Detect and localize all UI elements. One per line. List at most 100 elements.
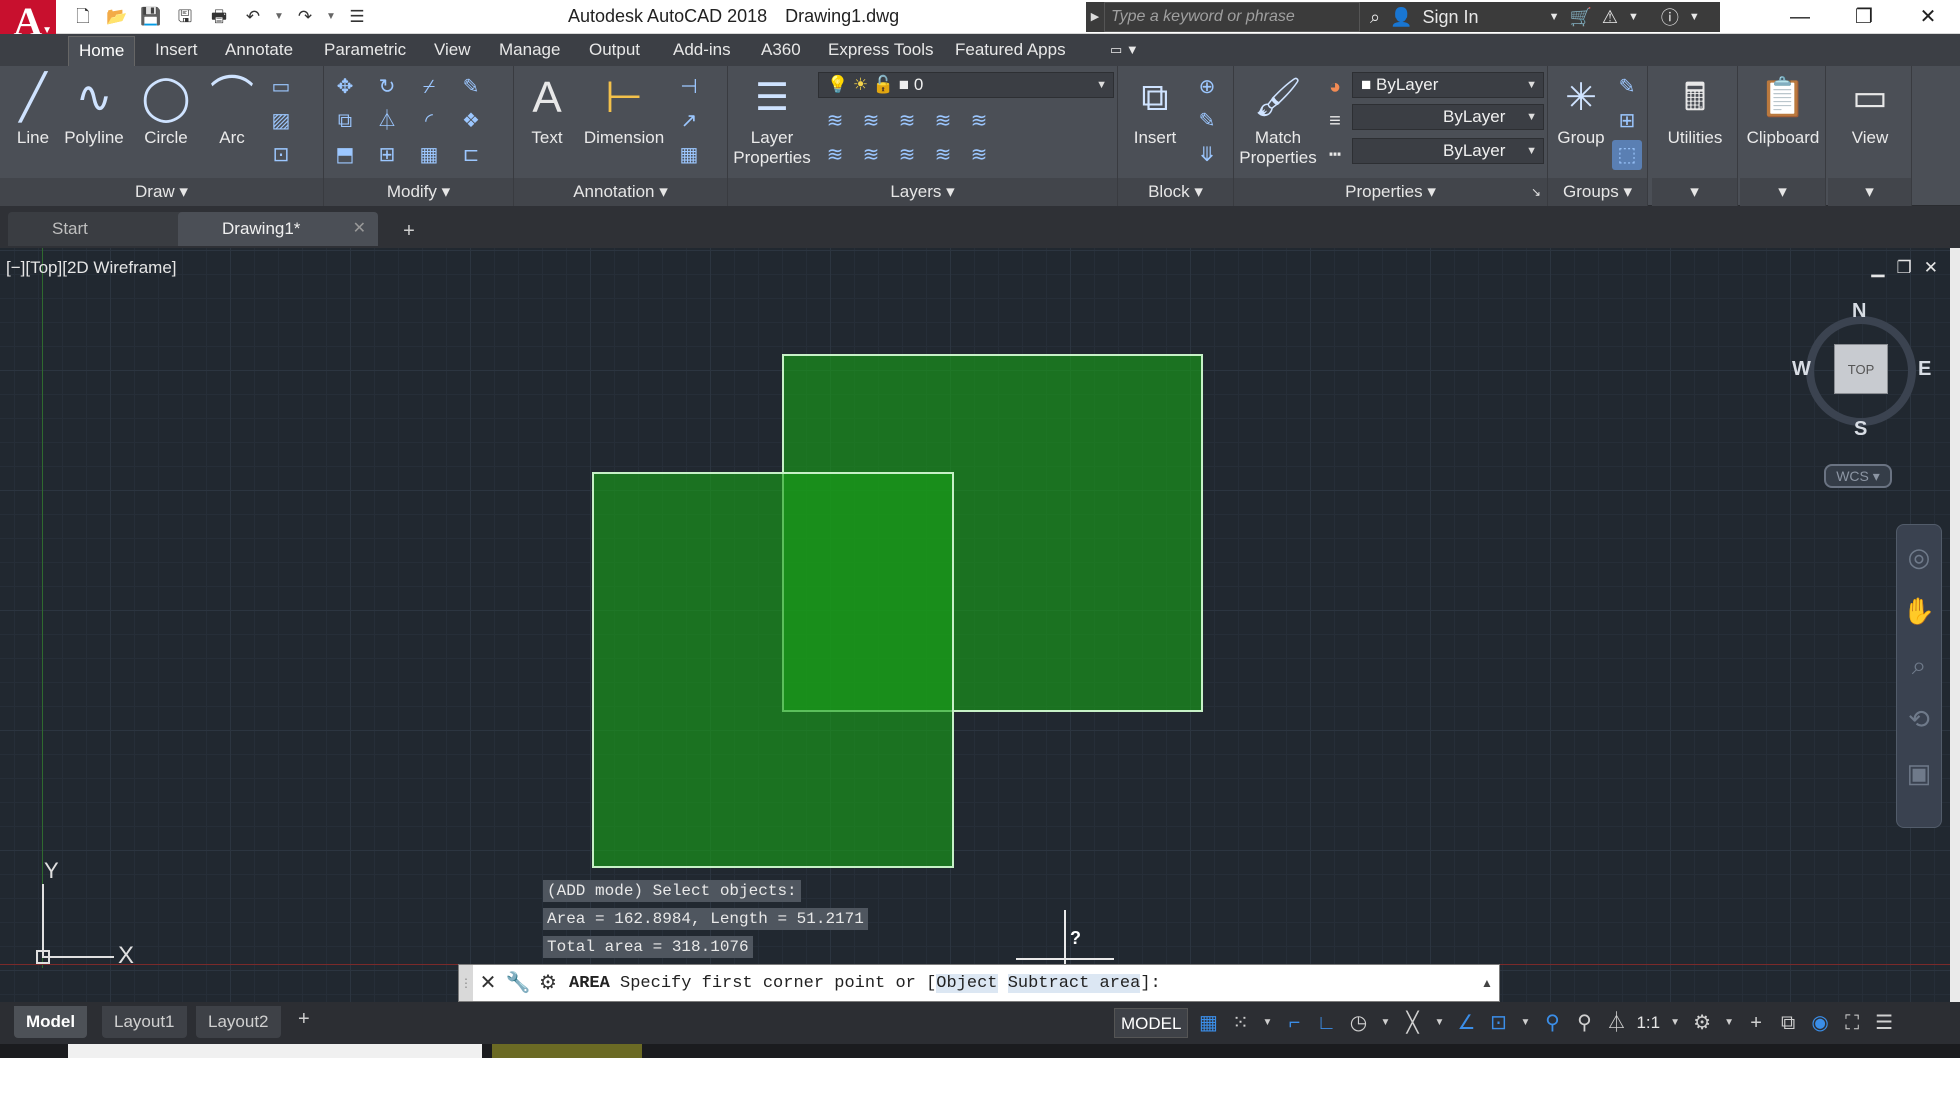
utilities-button[interactable]: 🖩 Utilities <box>1656 72 1734 148</box>
chevron-down-icon[interactable]: ▼ <box>1549 11 1560 23</box>
group-edit-icon[interactable]: ⊞ <box>1612 106 1642 136</box>
trim-icon[interactable]: ⌿ <box>414 72 444 102</box>
layer-isolate-icon[interactable]: ≋ <box>856 106 886 136</box>
chevron-down-icon[interactable]: ▼ <box>1260 1008 1274 1038</box>
print-icon[interactable]: 🖶 <box>204 4 234 30</box>
create-block-icon[interactable]: ⊕ <box>1192 72 1222 102</box>
save-as-icon[interactable]: 🖫 <box>170 4 200 30</box>
a360-icon[interactable]: ⚠ <box>1602 7 1618 28</box>
layer-unlock-icon[interactable]: ≋ <box>928 140 958 170</box>
steering-wheel-icon[interactable]: ◎ <box>1897 535 1941 579</box>
draw-panel-title[interactable]: Draw ▾ <box>0 178 323 206</box>
chevron-down-icon[interactable]: ▼ <box>1668 1008 1682 1038</box>
green-rectangle-lower[interactable] <box>592 472 954 868</box>
auto-scale-icon[interactable]: ⚲ <box>1572 1008 1596 1038</box>
linetype-dropdown[interactable]: ByLayer ▼ <box>1352 138 1544 164</box>
object-snap-tracking-icon[interactable]: ∠ <box>1454 1008 1478 1038</box>
customize-qat-icon[interactable]: ☰ <box>342 4 372 30</box>
utilities-expand[interactable]: ▾ <box>1652 178 1737 206</box>
zoom-extents-icon[interactable]: ⌕ <box>1897 643 1941 687</box>
taskbar-item[interactable] <box>68 1044 482 1058</box>
new-file-icon[interactable]: 🗋 <box>68 4 98 30</box>
explode-icon[interactable]: ❖ <box>456 106 486 136</box>
showmotion-icon[interactable]: ▣ <box>1897 751 1941 795</box>
array-icon[interactable]: ▦ <box>414 140 444 170</box>
chevron-down-icon[interactable]: ▼ <box>1628 11 1639 23</box>
tab-addins[interactable]: Add-ins <box>673 38 731 62</box>
compass-south[interactable]: S <box>1854 418 1867 441</box>
modify-panel-title[interactable]: Modify ▾ <box>324 178 513 206</box>
linear-dimension-icon[interactable]: ⊣ <box>674 72 704 102</box>
minimize-icon[interactable]: — <box>1768 0 1832 34</box>
command-line-grip[interactable]: ⋮ <box>459 965 473 1001</box>
open-file-icon[interactable]: 📂 <box>102 4 132 30</box>
undo-icon[interactable]: ↶ <box>238 4 268 30</box>
mirror-icon[interactable]: ⏃ <box>372 106 402 136</box>
layer-dropdown[interactable]: 💡 ☀ 🔓 ■ 0 ▼ <box>818 72 1114 98</box>
search-expand-icon[interactable]: ▶ <box>1086 2 1104 32</box>
close-icon[interactable]: ✕ <box>1924 258 1938 278</box>
line-button[interactable]: ╱ Line <box>8 72 58 148</box>
tab-featured-apps[interactable]: Featured Apps <box>955 38 1066 62</box>
infer-constraints-icon[interactable]: ⌐ <box>1282 1008 1306 1038</box>
taskbar-item[interactable] <box>492 1044 642 1058</box>
color-dropdown[interactable]: ■ ByLayer ▼ <box>1352 72 1544 98</box>
compass-north[interactable]: N <box>1852 300 1866 323</box>
make-current-icon[interactable]: ≋ <box>820 140 850 170</box>
dialog-launcher-icon[interactable]: ↘ <box>1531 178 1541 206</box>
close-icon[interactable]: ✕ <box>473 965 503 1001</box>
search-input[interactable]: Type a keyword or phrase <box>1104 2 1360 32</box>
tab-drawing1[interactable]: Drawing1* ✕ <box>178 212 378 246</box>
help-icon[interactable]: ⓘ <box>1661 4 1679 30</box>
offset-icon[interactable]: ⊏ <box>456 140 486 170</box>
units-icon[interactable]: ⧉ <box>1776 1008 1800 1038</box>
sign-in-link[interactable]: Sign In <box>1423 7 1479 28</box>
chevron-down-icon[interactable]: ▼ <box>1722 1008 1736 1038</box>
tab-a360[interactable]: A360 <box>761 38 801 62</box>
close-icon[interactable]: ✕ <box>1896 0 1960 34</box>
grid-icon[interactable]: ▦ <box>1196 1008 1220 1038</box>
block-panel-title[interactable]: Block ▾ <box>1118 178 1233 206</box>
edit-block-icon[interactable]: ✎ <box>1192 106 1222 136</box>
add-layout-button[interactable]: + <box>298 1008 310 1031</box>
restore-icon[interactable]: ❐ <box>1832 0 1896 34</box>
restore-icon[interactable]: ❐ <box>1897 258 1912 278</box>
view-expand[interactable]: ▾ <box>1828 178 1911 206</box>
isodraft-icon[interactable]: ╳ <box>1400 1008 1424 1038</box>
chevron-down-icon[interactable]: ▼ <box>1432 1008 1446 1038</box>
command-history-icon[interactable]: ▲ <box>1475 976 1499 990</box>
snap-icon[interactable]: ⁙ <box>1228 1008 1252 1038</box>
rectangle-icon[interactable]: ▭ <box>266 72 296 102</box>
block-attribute-icon[interactable]: ⤋ <box>1192 140 1222 170</box>
annotation-scale-value[interactable]: 1:1 <box>1636 1013 1660 1033</box>
groups-panel-title[interactable]: Groups ▾ <box>1548 178 1647 206</box>
layer-thaw-icon[interactable]: ≋ <box>892 140 922 170</box>
compass-west[interactable]: W <box>1792 358 1811 381</box>
customization-icon[interactable]: ☰ <box>1872 1008 1896 1038</box>
layer-freeze-icon[interactable]: ≋ <box>892 106 922 136</box>
cart-icon[interactable]: 🛒 <box>1569 7 1591 28</box>
move-icon[interactable]: ✥ <box>330 72 360 102</box>
fillet-icon[interactable]: ◜ <box>414 106 444 136</box>
table-icon[interactable]: ▦ <box>674 140 704 170</box>
tab-output[interactable]: Output <box>589 38 640 62</box>
minimize-icon[interactable]: ▁ <box>1871 258 1884 278</box>
tab-manage[interactable]: Manage <box>499 38 560 62</box>
drawing-area[interactable]: [−][Top][2D Wireframe] ▁ ❐ ✕ (ADD mode) … <box>0 248 1950 1002</box>
lineweight-dropdown[interactable]: ByLayer ▼ <box>1352 104 1544 130</box>
wrench-icon[interactable]: 🔧 <box>503 965 533 1001</box>
tab-insert[interactable]: Insert <box>155 38 198 62</box>
ungroup-icon[interactable]: ✎ <box>1612 72 1642 102</box>
tab-start[interactable]: Start <box>8 212 204 246</box>
scale-icon[interactable]: ⊞ <box>372 140 402 170</box>
copy-icon[interactable]: ⧉ <box>330 106 360 136</box>
orbit-icon[interactable]: ⟲ <box>1897 697 1941 741</box>
properties-panel-title[interactable]: Properties ▾ ↘ <box>1234 178 1547 206</box>
insert-button[interactable]: ⧉ Insert <box>1124 72 1186 148</box>
boundary-icon[interactable]: ⊡ <box>266 140 296 170</box>
chevron-down-icon[interactable]: ▼ <box>1378 1008 1392 1038</box>
layer-walk-icon[interactable]: ≋ <box>856 140 886 170</box>
isolate-objects-icon[interactable]: ◉ <box>1808 1008 1832 1038</box>
tab-home[interactable]: Home <box>68 36 136 66</box>
erase-icon[interactable]: ✎ <box>456 72 486 102</box>
